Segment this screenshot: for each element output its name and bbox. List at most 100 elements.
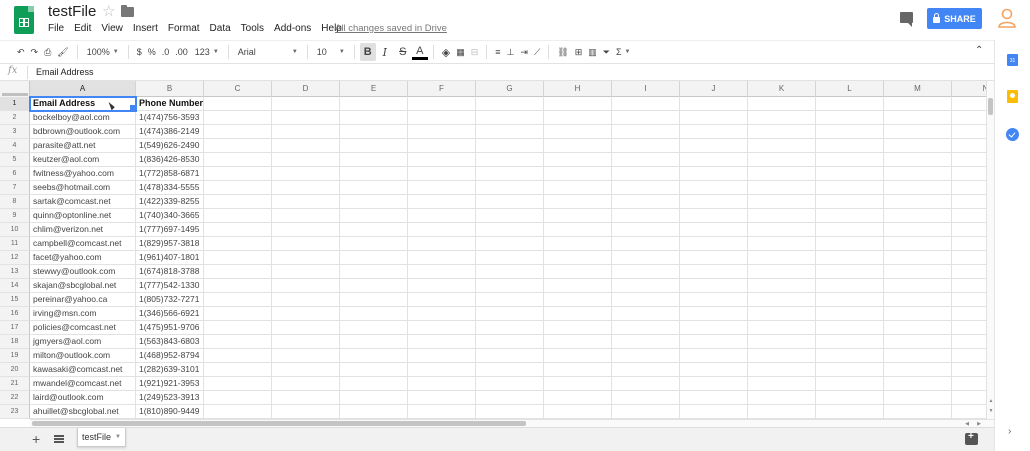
cell-m6[interactable] <box>884 167 952 181</box>
cell-g20[interactable] <box>476 363 544 377</box>
cell-b5[interactable]: 1(836)426-8530 <box>136 153 204 167</box>
cell-d5[interactable] <box>272 153 340 167</box>
cell-a21[interactable]: mwandel@comcast.net <box>30 377 136 391</box>
cell-b18[interactable]: 1(563)843-6803 <box>136 335 204 349</box>
cell-l18[interactable] <box>816 335 884 349</box>
cell-e19[interactable] <box>340 349 408 363</box>
cell-i6[interactable] <box>612 167 680 181</box>
cell-k5[interactable] <box>748 153 816 167</box>
cell-m2[interactable] <box>884 111 952 125</box>
cell-m11[interactable] <box>884 237 952 251</box>
cell-f8[interactable] <box>408 195 476 209</box>
menu-data[interactable]: Data <box>210 23 231 34</box>
cell-m14[interactable] <box>884 279 952 293</box>
cell-h13[interactable] <box>544 265 612 279</box>
cell-h5[interactable] <box>544 153 612 167</box>
cell-e17[interactable] <box>340 321 408 335</box>
cell-c4[interactable] <box>204 139 272 153</box>
row-header[interactable]: 21 <box>0 377 30 391</box>
cell-b9[interactable]: 1(740)340-3665 <box>136 209 204 223</box>
cell-m1[interactable] <box>884 97 952 111</box>
cell-f9[interactable] <box>408 209 476 223</box>
cell-b17[interactable]: 1(475)951-9706 <box>136 321 204 335</box>
cell-a8[interactable]: sartak@comcast.net <box>30 195 136 209</box>
row-header[interactable]: 3 <box>0 125 30 139</box>
cell-n22[interactable] <box>952 391 986 405</box>
cell-m21[interactable] <box>884 377 952 391</box>
cell-e13[interactable] <box>340 265 408 279</box>
cell-j17[interactable] <box>680 321 748 335</box>
cell-d18[interactable] <box>272 335 340 349</box>
cell-l3[interactable] <box>816 125 884 139</box>
font-size-select[interactable]: 10 ▼ <box>313 43 349 61</box>
cell-d2[interactable] <box>272 111 340 125</box>
cell-a20[interactable]: kawasaki@comcast.net <box>30 363 136 377</box>
cell-c14[interactable] <box>204 279 272 293</box>
cell-e21[interactable] <box>340 377 408 391</box>
font-family-select[interactable]: Arial ▼ <box>234 43 302 61</box>
cell-l8[interactable] <box>816 195 884 209</box>
cell-l23[interactable] <box>816 405 884 419</box>
column-header-g[interactable]: G <box>476 81 544 97</box>
column-header-e[interactable]: E <box>340 81 408 97</box>
menu-insert[interactable]: Insert <box>133 23 158 34</box>
calendar-icon[interactable]: 31 <box>1007 54 1018 66</box>
cell-m18[interactable] <box>884 335 952 349</box>
column-header-c[interactable]: C <box>204 81 272 97</box>
horizontal-scrollbar[interactable]: ◀ ▶ <box>30 419 994 427</box>
cell-c5[interactable] <box>204 153 272 167</box>
cell-a19[interactable]: milton@outlook.com <box>30 349 136 363</box>
decrease-decimal-button[interactable]: .0 <box>159 43 173 61</box>
cell-c2[interactable] <box>204 111 272 125</box>
cell-g14[interactable] <box>476 279 544 293</box>
cell-l10[interactable] <box>816 223 884 237</box>
cell-b7[interactable]: 1(478)334-5555 <box>136 181 204 195</box>
cell-a14[interactable]: skajan@sbcglobal.net <box>30 279 136 293</box>
cell-n18[interactable] <box>952 335 986 349</box>
cell-l6[interactable] <box>816 167 884 181</box>
cell-d1[interactable] <box>272 97 340 111</box>
cell-c11[interactable] <box>204 237 272 251</box>
cell-d16[interactable] <box>272 307 340 321</box>
cell-f3[interactable] <box>408 125 476 139</box>
cell-f2[interactable] <box>408 111 476 125</box>
cell-h11[interactable] <box>544 237 612 251</box>
cell-n17[interactable] <box>952 321 986 335</box>
cell-k11[interactable] <box>748 237 816 251</box>
cell-i4[interactable] <box>612 139 680 153</box>
cell-g4[interactable] <box>476 139 544 153</box>
cell-m3[interactable] <box>884 125 952 139</box>
account-avatar-icon[interactable] <box>998 8 1016 28</box>
row-header[interactable]: 17 <box>0 321 30 335</box>
cell-g18[interactable] <box>476 335 544 349</box>
cell-h4[interactable] <box>544 139 612 153</box>
cell-l9[interactable] <box>816 209 884 223</box>
cell-a15[interactable]: pereinar@yahoo.ca <box>30 293 136 307</box>
cell-k6[interactable] <box>748 167 816 181</box>
cell-m16[interactable] <box>884 307 952 321</box>
cell-d22[interactable] <box>272 391 340 405</box>
cell-f19[interactable] <box>408 349 476 363</box>
menu-edit[interactable]: Edit <box>74 23 91 34</box>
column-header-f[interactable]: F <box>408 81 476 97</box>
cell-f18[interactable] <box>408 335 476 349</box>
cell-e22[interactable] <box>340 391 408 405</box>
cell-e4[interactable] <box>340 139 408 153</box>
cell-k17[interactable] <box>748 321 816 335</box>
cell-d12[interactable] <box>272 251 340 265</box>
cell-j8[interactable] <box>680 195 748 209</box>
cell-f23[interactable] <box>408 405 476 419</box>
currency-format-button[interactable]: $ <box>134 43 145 61</box>
cell-h14[interactable] <box>544 279 612 293</box>
row-header[interactable]: 23 <box>0 405 30 419</box>
add-sheet-icon[interactable]: + <box>32 431 40 447</box>
cell-c13[interactable] <box>204 265 272 279</box>
cell-h16[interactable] <box>544 307 612 321</box>
cell-h21[interactable] <box>544 377 612 391</box>
cell-f17[interactable] <box>408 321 476 335</box>
cell-n2[interactable] <box>952 111 986 125</box>
cell-i15[interactable] <box>612 293 680 307</box>
cell-b13[interactable]: 1(674)818-3788 <box>136 265 204 279</box>
cell-e2[interactable] <box>340 111 408 125</box>
cell-m17[interactable] <box>884 321 952 335</box>
